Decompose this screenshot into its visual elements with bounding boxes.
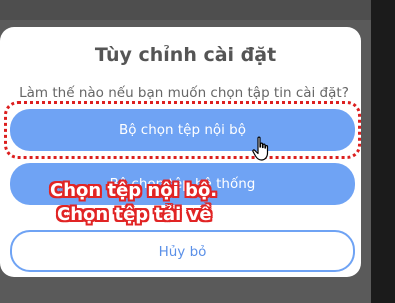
screen-edge bbox=[371, 0, 395, 303]
annotation-line-2: Chọn tệp tải về bbox=[57, 204, 212, 225]
hand-pointer-icon bbox=[252, 136, 269, 161]
status-bar bbox=[0, 0, 371, 20]
dialog-title: Tùy chỉnh cài đặt bbox=[94, 44, 277, 66]
cancel-button[interactable]: Hủy bỏ bbox=[10, 230, 355, 272]
dialog-message: Làm thế nào nếu bạn muốn chọn tập tin cà… bbox=[19, 85, 349, 101]
highlight-box bbox=[4, 101, 361, 159]
annotation-line-1: Chọn tệp nội bộ. bbox=[50, 180, 218, 201]
